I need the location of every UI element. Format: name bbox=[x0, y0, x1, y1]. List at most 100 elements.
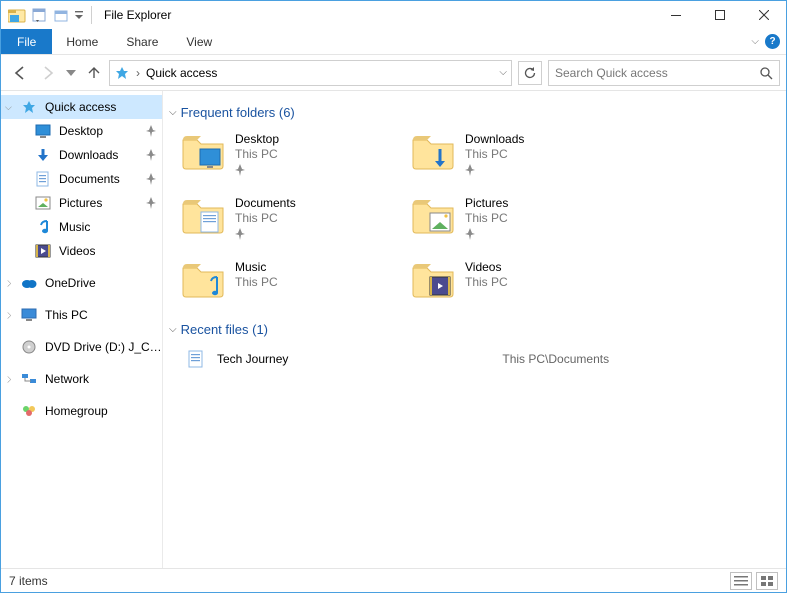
pin-icon bbox=[146, 125, 156, 137]
tile-subtext: This PC bbox=[235, 147, 279, 161]
collapse-icon: ⌵ bbox=[169, 107, 177, 118]
back-button[interactable] bbox=[7, 60, 33, 86]
sidebar-item-documents[interactable]: Documents bbox=[1, 167, 162, 191]
qat-new-folder-icon[interactable] bbox=[51, 5, 71, 25]
sidebar-item-dvd-drive[interactable]: DVD Drive (D:) J_CPRA bbox=[1, 335, 162, 359]
ribbon-share-label: Share bbox=[126, 35, 158, 49]
sidebar-item-network[interactable]: ⌵ Network bbox=[1, 367, 162, 391]
group-header-recent[interactable]: ⌵ Recent files (1) bbox=[167, 316, 782, 345]
tile-subtext: This PC bbox=[235, 211, 296, 225]
sidebar-item-this-pc[interactable]: ⌵ This PC bbox=[1, 303, 162, 327]
downloads-icon bbox=[35, 147, 51, 163]
folder-tile-desktop[interactable]: Desktop This PC bbox=[181, 128, 411, 192]
quick-access-star-icon bbox=[21, 99, 37, 115]
sidebar-item-label: This PC bbox=[45, 308, 88, 322]
ribbon-tab-share[interactable]: Share bbox=[112, 29, 172, 54]
sidebar-item-downloads[interactable]: Downloads bbox=[1, 143, 162, 167]
ribbon-home-label: Home bbox=[66, 35, 98, 49]
refresh-button[interactable] bbox=[518, 61, 542, 85]
sidebar-item-label: OneDrive bbox=[45, 276, 96, 290]
tile-name: Documents bbox=[235, 196, 296, 210]
window-title: File Explorer bbox=[104, 8, 171, 22]
folder-icon bbox=[181, 132, 225, 172]
expand-icon[interactable]: ⌵ bbox=[5, 102, 12, 113]
pin-icon bbox=[146, 173, 156, 185]
homegroup-icon bbox=[21, 403, 37, 419]
sidebar-item-music[interactable]: Music bbox=[1, 215, 162, 239]
recent-file-path: This PC\Documents bbox=[502, 352, 609, 366]
this-pc-icon bbox=[21, 307, 37, 323]
recent-file-name: Tech Journey bbox=[217, 352, 288, 366]
folder-tile-videos[interactable]: Videos This PC bbox=[411, 256, 641, 316]
recent-file-row[interactable]: Tech Journey This PC\Documents bbox=[167, 345, 782, 373]
ribbon-view-label: View bbox=[186, 35, 212, 49]
sidebar-item-pictures[interactable]: Pictures bbox=[1, 191, 162, 215]
ribbon-expand-icon[interactable]: ⌵ bbox=[751, 36, 759, 47]
folder-tile-pictures[interactable]: Pictures This PC bbox=[411, 192, 641, 256]
pin-icon bbox=[235, 228, 296, 240]
details-view-button[interactable] bbox=[730, 572, 752, 590]
tile-name: Downloads bbox=[465, 132, 524, 146]
tile-name: Desktop bbox=[235, 132, 279, 146]
close-button[interactable] bbox=[742, 1, 786, 29]
ribbon-file-label: File bbox=[17, 35, 36, 49]
music-icon bbox=[35, 219, 51, 235]
sidebar-item-label: Network bbox=[45, 372, 89, 386]
minimize-button[interactable] bbox=[654, 1, 698, 29]
sidebar-item-desktop[interactable]: Desktop bbox=[1, 119, 162, 143]
tile-subtext: This PC bbox=[465, 147, 524, 161]
folder-tile-music[interactable]: Music This PC bbox=[181, 256, 411, 316]
expand-icon[interactable]: ⌵ bbox=[3, 312, 14, 319]
expand-icon[interactable]: ⌵ bbox=[3, 280, 14, 287]
sidebar-item-label: Desktop bbox=[59, 124, 103, 138]
status-bar: 7 items bbox=[1, 568, 786, 592]
address-dropdown-icon[interactable]: ⌵ bbox=[499, 67, 507, 78]
navigation-bar: › Quick access ⌵ Search Quick access bbox=[1, 55, 786, 91]
quick-access-star-icon bbox=[114, 65, 130, 81]
ribbon-tabs: File Home Share View ⌵ ? bbox=[1, 29, 786, 55]
ribbon-tab-file[interactable]: File bbox=[1, 29, 52, 54]
group-header-frequent[interactable]: ⌵ Frequent folders (6) bbox=[167, 99, 782, 128]
expand-icon[interactable]: ⌵ bbox=[3, 376, 14, 383]
sidebar-item-label: Documents bbox=[59, 172, 120, 186]
sidebar-item-onedrive[interactable]: ⌵ OneDrive bbox=[1, 271, 162, 295]
tile-name: Music bbox=[235, 260, 278, 274]
group-header-label: Frequent folders (6) bbox=[181, 105, 295, 120]
network-icon bbox=[21, 371, 37, 387]
qat-customize-icon[interactable] bbox=[73, 5, 85, 25]
content-pane: ⌵ Frequent folders (6) Desktop This PC D… bbox=[163, 91, 786, 568]
pin-icon bbox=[465, 164, 524, 176]
address-location: Quick access bbox=[146, 66, 217, 80]
documents-icon bbox=[35, 171, 51, 187]
search-box[interactable]: Search Quick access bbox=[548, 60, 780, 86]
ribbon-tab-home[interactable]: Home bbox=[52, 29, 112, 54]
forward-button[interactable] bbox=[35, 60, 61, 86]
group-header-label: Recent files (1) bbox=[181, 322, 268, 337]
videos-icon bbox=[35, 243, 51, 259]
pictures-icon bbox=[35, 195, 51, 211]
qat-properties-icon[interactable] bbox=[29, 5, 49, 25]
pin-icon bbox=[465, 228, 508, 240]
sidebar-item-homegroup[interactable]: Homegroup bbox=[1, 399, 162, 423]
app-icon bbox=[7, 5, 27, 25]
sidebar-item-videos[interactable]: Videos bbox=[1, 239, 162, 263]
maximize-button[interactable] bbox=[698, 1, 742, 29]
pin-icon bbox=[146, 149, 156, 161]
folder-icon bbox=[411, 196, 455, 236]
up-button[interactable] bbox=[81, 60, 107, 86]
tile-name: Pictures bbox=[465, 196, 508, 210]
help-icon[interactable]: ? bbox=[765, 34, 780, 49]
search-placeholder: Search Quick access bbox=[555, 66, 668, 80]
onedrive-icon bbox=[21, 275, 37, 291]
sidebar-item-label: Homegroup bbox=[45, 404, 108, 418]
large-icons-view-button[interactable] bbox=[756, 572, 778, 590]
sidebar-item-quick-access[interactable]: ⌵ Quick access bbox=[1, 95, 162, 119]
address-bar[interactable]: › Quick access ⌵ bbox=[109, 60, 512, 86]
folder-tile-documents[interactable]: Documents This PC bbox=[181, 192, 411, 256]
folder-icon bbox=[411, 132, 455, 172]
tile-subtext: This PC bbox=[465, 211, 508, 225]
folder-tile-downloads[interactable]: Downloads This PC bbox=[411, 128, 641, 192]
sidebar-item-label: Quick access bbox=[45, 100, 116, 114]
recent-locations-button[interactable] bbox=[63, 60, 79, 86]
ribbon-tab-view[interactable]: View bbox=[172, 29, 226, 54]
